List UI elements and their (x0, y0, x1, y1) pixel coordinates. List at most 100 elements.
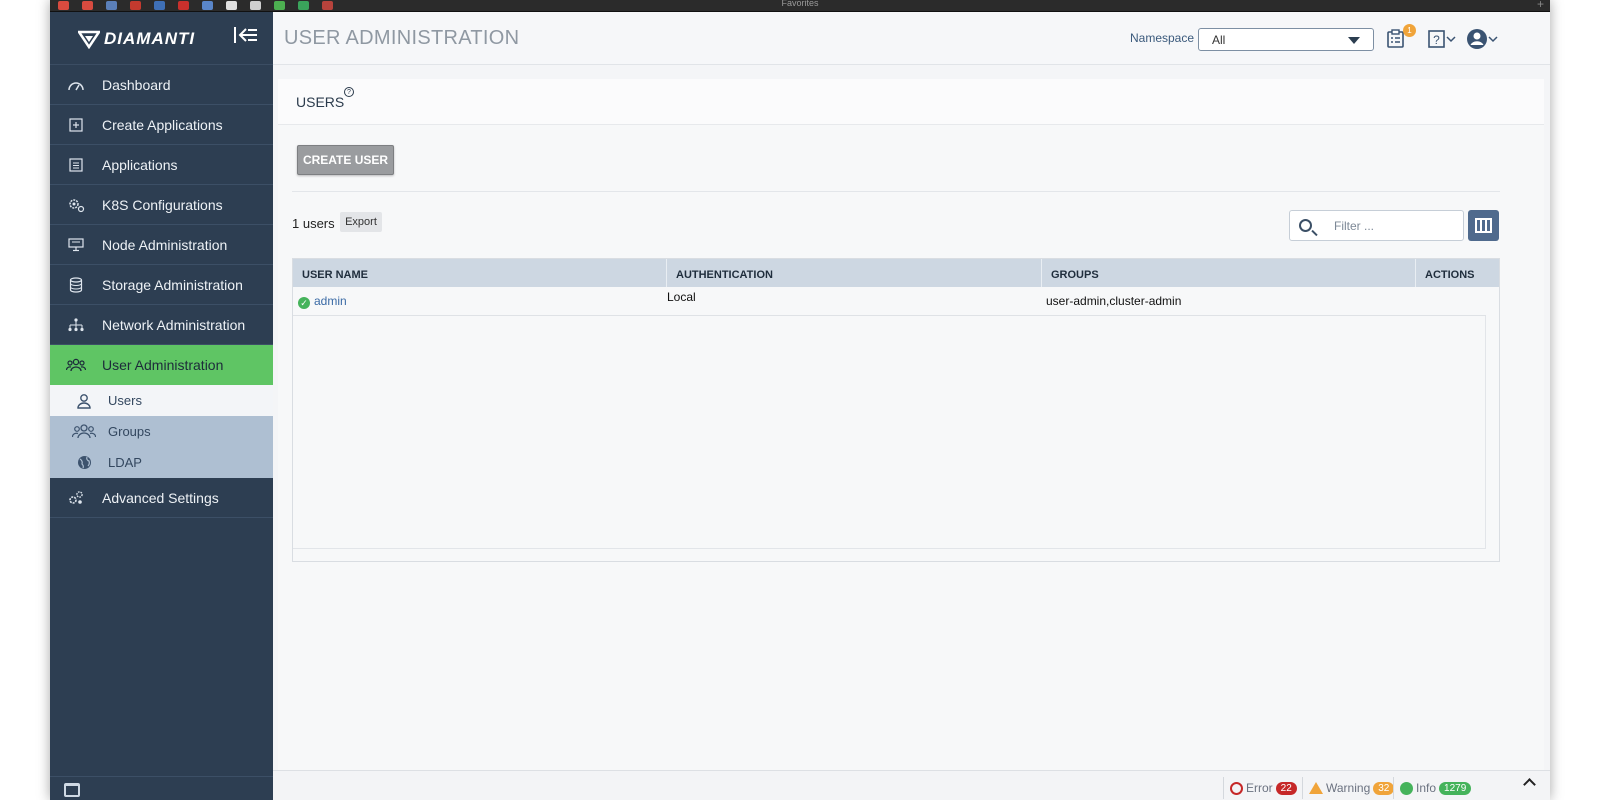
monitor-icon (66, 235, 86, 255)
sidebar-item-label: Network Administration (102, 316, 246, 333)
sidebar-footer (50, 776, 273, 800)
advanced-settings-icon (66, 488, 86, 508)
sidebar-item-dashboard[interactable]: Dashboard (50, 65, 273, 105)
favorites-title: Favorites (781, 0, 819, 8)
notification-badge: 1 (1403, 24, 1416, 37)
cell-actions (1416, 287, 1486, 315)
user-administration-subnav: Users Groups LDAP (50, 385, 273, 478)
sidebar-item-label: User Administration (102, 356, 224, 373)
brand-name: DIAMANTI (104, 29, 196, 48)
chevron-down-icon (1348, 37, 1360, 44)
warning-count-badge: 32 (1373, 781, 1395, 795)
globe-icon (72, 455, 96, 470)
users-panel-header: USERS ? (278, 79, 1544, 125)
filter-input[interactable] (1334, 217, 1454, 235)
filter-field[interactable] (1289, 210, 1464, 241)
namespace-select[interactable]: All (1198, 28, 1374, 51)
column-header-user-name[interactable]: USER NAME (293, 259, 667, 287)
namespace-value: All (1212, 33, 1226, 47)
chevron-up-icon[interactable] (1523, 778, 1536, 791)
warning-status[interactable]: Warning 32 (1302, 777, 1395, 799)
subnav-item-label: Groups (108, 424, 151, 439)
sidebar-item-advanced-settings[interactable]: Advanced Settings (50, 478, 273, 518)
sidebar: DIAMANTI Dashboard Create Applications A… (50, 12, 273, 800)
info-status[interactable]: Info 1279 (1393, 777, 1472, 799)
user-icon (72, 393, 96, 409)
topbar: USER ADMINISTRATION Namespace All 1 ? (273, 12, 1550, 65)
create-user-button[interactable]: CREATE USER (297, 145, 394, 175)
namespace-label: Namespace (1130, 31, 1195, 45)
sidebar-item-label: Applications (102, 156, 178, 173)
sidebar-item-storage-administration[interactable]: Storage Administration (50, 265, 273, 305)
cell-user-name: ✓ admin (293, 287, 667, 315)
favorites-add-button[interactable]: + (1537, 0, 1544, 11)
table-header: USER NAME AUTHENTICATION GROUPS ACTIONS (293, 259, 1499, 287)
subnav-item-label: Users (108, 393, 142, 408)
users-icon (66, 355, 86, 375)
sidebar-item-label: K8S Configurations (102, 196, 223, 213)
column-chooser-button[interactable] (1468, 210, 1499, 241)
error-icon (1230, 781, 1243, 795)
export-button[interactable]: Export (340, 212, 382, 232)
warning-label: Warning (1326, 781, 1371, 795)
plus-square-icon (66, 115, 86, 135)
sidebar-item-label: Advanced Settings (102, 489, 219, 506)
svg-text:?: ? (1433, 33, 1440, 47)
sidebar-item-node-administration[interactable]: Node Administration (50, 225, 273, 265)
favorites-bar: Favorites + (50, 0, 1550, 12)
sidebar-item-applications[interactable]: Applications (50, 145, 273, 185)
main-content: USERS ? CREATE USER 1 users Export USER … (278, 79, 1544, 770)
list-icon (66, 155, 86, 175)
subnav-item-users[interactable]: Users (50, 385, 273, 416)
column-header-actions: ACTIONS (1425, 269, 1475, 281)
search-icon (1299, 219, 1312, 232)
sidebar-item-network-administration[interactable]: Network Administration (50, 305, 273, 345)
page-title: USER ADMINISTRATION (284, 27, 520, 49)
users-count: 1 users (292, 216, 335, 231)
divider (292, 191, 1500, 192)
error-label: Error (1246, 781, 1273, 795)
sidebar-item-user-administration[interactable]: User Administration (50, 345, 273, 385)
collapse-menu-icon[interactable] (232, 26, 262, 48)
diamanti-logo-icon (78, 30, 100, 49)
table-body-empty-area (293, 316, 1486, 549)
gauge-icon (66, 75, 86, 95)
chevron-down-icon (1446, 36, 1456, 43)
column-header-groups[interactable]: GROUPS (1042, 259, 1416, 287)
network-icon (66, 315, 86, 335)
error-status[interactable]: Error 22 (1223, 777, 1297, 799)
help-icon[interactable]: ? (344, 87, 354, 97)
user-menu-button[interactable] (1466, 28, 1498, 50)
sidebar-item-label: Dashboard (102, 76, 171, 93)
app-window: Favorites + DIAMANTI Dashboard Create Ap… (50, 0, 1550, 800)
brand: DIAMANTI (50, 12, 273, 65)
chevron-down-icon (1488, 36, 1498, 43)
info-label: Info (1416, 781, 1437, 795)
cell-groups: user-admin,cluster-admin (1046, 294, 1182, 308)
error-count-badge: 22 (1275, 781, 1297, 795)
sidebar-item-k8s-configurations[interactable]: K8S Configurations (50, 185, 273, 225)
database-icon (66, 275, 86, 295)
sidebar-item-label: Storage Administration (102, 276, 243, 293)
info-icon (1400, 781, 1413, 795)
group-icon (72, 424, 96, 439)
users-table: USER NAME AUTHENTICATION GROUPS ACTIONS … (292, 258, 1500, 562)
column-header-authentication[interactable]: AUTHENTICATION (667, 259, 1042, 287)
subnav-item-groups[interactable]: Groups (50, 416, 273, 447)
gears-icon (66, 195, 86, 215)
info-count-badge: 1279 (1439, 781, 1472, 795)
cell-authentication: Local (667, 290, 696, 304)
user-name-link[interactable]: admin (314, 294, 347, 308)
avatar-icon (1467, 29, 1487, 49)
subnav-item-ldap[interactable]: LDAP (50, 447, 273, 478)
columns-icon (1475, 218, 1492, 233)
sidebar-item-create-applications[interactable]: Create Applications (50, 105, 273, 145)
table-row: ✓ admin Local user-admin,cluster-admin (293, 287, 1486, 316)
users-title: USERS (296, 94, 345, 110)
notifications-button[interactable]: 1 (1386, 24, 1416, 50)
calendar-icon[interactable] (64, 783, 80, 797)
subnav-item-label: LDAP (108, 455, 142, 470)
sidebar-item-label: Node Administration (102, 236, 228, 253)
check-circle-icon: ✓ (298, 297, 310, 309)
help-menu-button[interactable]: ? (1428, 28, 1456, 50)
